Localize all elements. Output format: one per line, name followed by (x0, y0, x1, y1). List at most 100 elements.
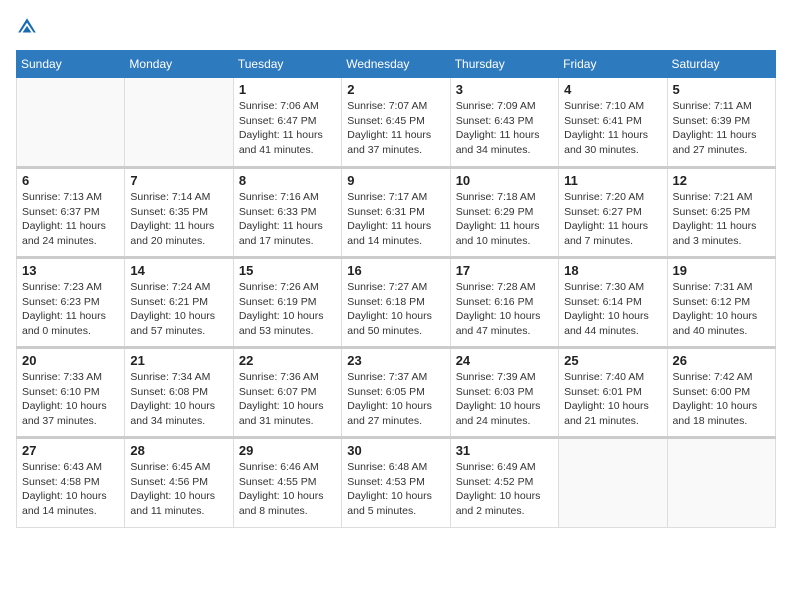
day-number: 21 (130, 353, 227, 368)
day-info: Sunrise: 7:23 AMSunset: 6:23 PMDaylight:… (22, 280, 119, 339)
day-number: 7 (130, 173, 227, 188)
day-number: 3 (456, 82, 553, 97)
day-number: 25 (564, 353, 661, 368)
day-info: Sunrise: 7:13 AMSunset: 6:37 PMDaylight:… (22, 190, 119, 249)
day-number: 16 (347, 263, 444, 278)
day-info: Sunrise: 7:06 AMSunset: 6:47 PMDaylight:… (239, 99, 336, 158)
day-number: 1 (239, 82, 336, 97)
calendar-day-cell: 4 Sunrise: 7:10 AMSunset: 6:41 PMDaylight… (559, 78, 667, 168)
day-number: 24 (456, 353, 553, 368)
calendar-day-cell (667, 438, 775, 528)
day-info: Sunrise: 7:33 AMSunset: 6:10 PMDaylight:… (22, 370, 119, 429)
day-info: Sunrise: 7:21 AMSunset: 6:25 PMDaylight:… (673, 190, 770, 249)
calendar-day-cell: 10 Sunrise: 7:18 AMSunset: 6:29 PMDayligh… (450, 168, 558, 258)
calendar-week-row: 20 Sunrise: 7:33 AMSunset: 6:10 PMDayligh… (17, 348, 776, 438)
calendar-day-cell: 9Sunrise: 7:17 AMSunset: 6:31 PMDaylight… (342, 168, 450, 258)
day-info: Sunrise: 6:46 AMSunset: 4:55 PMDaylight:… (239, 460, 336, 519)
day-info: Sunrise: 7:37 AMSunset: 6:05 PMDaylight:… (347, 370, 444, 429)
day-info: Sunrise: 7:11 AMSunset: 6:39 PMDaylight:… (673, 99, 770, 158)
day-number: 6 (22, 173, 119, 188)
calendar-day-cell: 17 Sunrise: 7:28 AMSunset: 6:16 PMDayligh… (450, 258, 558, 348)
day-number: 15 (239, 263, 336, 278)
calendar-day-cell: 13 Sunrise: 7:23 AMSunset: 6:23 PMDayligh… (17, 258, 125, 348)
calendar-day-cell: 11 Sunrise: 7:20 AMSunset: 6:27 PMDayligh… (559, 168, 667, 258)
calendar-day-cell: 8Sunrise: 7:16 AMSunset: 6:33 PMDaylight… (233, 168, 341, 258)
day-number: 18 (564, 263, 661, 278)
day-number: 10 (456, 173, 553, 188)
calendar-day-cell: 20 Sunrise: 7:33 AMSunset: 6:10 PMDayligh… (17, 348, 125, 438)
day-info: Sunrise: 7:14 AMSunset: 6:35 PMDaylight:… (130, 190, 227, 249)
day-number: 2 (347, 82, 444, 97)
calendar-week-row: 6 Sunrise: 7:13 AMSunset: 6:37 PMDaylight… (17, 168, 776, 258)
day-number: 27 (22, 443, 119, 458)
day-number: 12 (673, 173, 770, 188)
day-info: Sunrise: 7:26 AMSunset: 6:19 PMDaylight:… (239, 280, 336, 339)
calendar-day-cell: 27 Sunrise: 6:43 AMSunset: 4:58 PMDayligh… (17, 438, 125, 528)
day-number: 19 (673, 263, 770, 278)
day-number: 30 (347, 443, 444, 458)
day-info: Sunrise: 6:45 AMSunset: 4:56 PMDaylight:… (130, 460, 227, 519)
calendar-day-cell: 2 Sunrise: 7:07 AMSunset: 6:45 PMDaylight… (342, 78, 450, 168)
day-number: 23 (347, 353, 444, 368)
calendar-day-cell: 16 Sunrise: 7:27 AMSunset: 6:18 PMDayligh… (342, 258, 450, 348)
calendar-day-cell (125, 78, 233, 168)
day-number: 11 (564, 173, 661, 188)
calendar-day-cell: 7 Sunrise: 7:14 AMSunset: 6:35 PMDaylight… (125, 168, 233, 258)
calendar-day-cell: 31Sunrise: 6:49 AMSunset: 4:52 PMDayligh… (450, 438, 558, 528)
day-info: Sunrise: 7:16 AMSunset: 6:33 PMDaylight:… (239, 190, 336, 249)
logo (16, 16, 42, 38)
page-header (16, 16, 776, 38)
calendar-day-cell: 23 Sunrise: 7:37 AMSunset: 6:05 PMDayligh… (342, 348, 450, 438)
calendar-table: SundayMondayTuesdayWednesdayThursdayFrid… (16, 50, 776, 528)
day-info: Sunrise: 7:40 AMSunset: 6:01 PMDaylight:… (564, 370, 661, 429)
day-number: 20 (22, 353, 119, 368)
calendar-day-cell: 30 Sunrise: 6:48 AMSunset: 4:53 PMDayligh… (342, 438, 450, 528)
day-info: Sunrise: 6:43 AMSunset: 4:58 PMDaylight:… (22, 460, 119, 519)
calendar-day-cell (559, 438, 667, 528)
calendar-day-cell: 26 Sunrise: 7:42 AMSunset: 6:00 PMDayligh… (667, 348, 775, 438)
day-info: Sunrise: 7:39 AMSunset: 6:03 PMDaylight:… (456, 370, 553, 429)
day-of-week-header: Friday (559, 51, 667, 78)
calendar-day-cell: 21 Sunrise: 7:34 AMSunset: 6:08 PMDayligh… (125, 348, 233, 438)
calendar-day-cell: 28Sunrise: 6:45 AMSunset: 4:56 PMDayligh… (125, 438, 233, 528)
calendar-week-row: 1 Sunrise: 7:06 AMSunset: 6:47 PMDaylight… (17, 78, 776, 168)
day-number: 26 (673, 353, 770, 368)
day-info: Sunrise: 7:10 AMSunset: 6:41 PMDaylight:… (564, 99, 661, 158)
day-number: 13 (22, 263, 119, 278)
day-info: Sunrise: 7:27 AMSunset: 6:18 PMDaylight:… (347, 280, 444, 339)
calendar-day-cell: 19 Sunrise: 7:31 AMSunset: 6:12 PMDayligh… (667, 258, 775, 348)
day-info: Sunrise: 7:42 AMSunset: 6:00 PMDaylight:… (673, 370, 770, 429)
calendar-day-cell: 22Sunrise: 7:36 AMSunset: 6:07 PMDayligh… (233, 348, 341, 438)
day-of-week-header: Sunday (17, 51, 125, 78)
day-number: 14 (130, 263, 227, 278)
calendar-header-row: SundayMondayTuesdayWednesdayThursdayFrid… (17, 51, 776, 78)
calendar-day-cell: 5 Sunrise: 7:11 AMSunset: 6:39 PMDaylight… (667, 78, 775, 168)
day-info: Sunrise: 7:18 AMSunset: 6:29 PMDaylight:… (456, 190, 553, 249)
calendar-day-cell: 24 Sunrise: 7:39 AMSunset: 6:03 PMDayligh… (450, 348, 558, 438)
calendar-day-cell: 18Sunrise: 7:30 AMSunset: 6:14 PMDayligh… (559, 258, 667, 348)
day-of-week-header: Tuesday (233, 51, 341, 78)
day-number: 29 (239, 443, 336, 458)
calendar-day-cell: 12 Sunrise: 7:21 AMSunset: 6:25 PMDayligh… (667, 168, 775, 258)
calendar-day-cell: 3Sunrise: 7:09 AMSunset: 6:43 PMDaylight… (450, 78, 558, 168)
day-info: Sunrise: 7:36 AMSunset: 6:07 PMDaylight:… (239, 370, 336, 429)
day-info: Sunrise: 7:31 AMSunset: 6:12 PMDaylight:… (673, 280, 770, 339)
day-number: 31 (456, 443, 553, 458)
day-number: 5 (673, 82, 770, 97)
day-info: Sunrise: 7:07 AMSunset: 6:45 PMDaylight:… (347, 99, 444, 158)
day-info: Sunrise: 7:20 AMSunset: 6:27 PMDaylight:… (564, 190, 661, 249)
day-of-week-header: Monday (125, 51, 233, 78)
calendar-day-cell (17, 78, 125, 168)
day-of-week-header: Saturday (667, 51, 775, 78)
day-info: Sunrise: 7:24 AMSunset: 6:21 PMDaylight:… (130, 280, 227, 339)
day-info: Sunrise: 7:28 AMSunset: 6:16 PMDaylight:… (456, 280, 553, 339)
day-info: Sunrise: 7:17 AMSunset: 6:31 PMDaylight:… (347, 190, 444, 249)
day-of-week-header: Thursday (450, 51, 558, 78)
day-number: 4 (564, 82, 661, 97)
day-info: Sunrise: 6:48 AMSunset: 4:53 PMDaylight:… (347, 460, 444, 519)
logo-icon (16, 16, 38, 38)
calendar-day-cell: 6 Sunrise: 7:13 AMSunset: 6:37 PMDaylight… (17, 168, 125, 258)
day-number: 17 (456, 263, 553, 278)
day-info: Sunrise: 7:34 AMSunset: 6:08 PMDaylight:… (130, 370, 227, 429)
day-of-week-header: Wednesday (342, 51, 450, 78)
